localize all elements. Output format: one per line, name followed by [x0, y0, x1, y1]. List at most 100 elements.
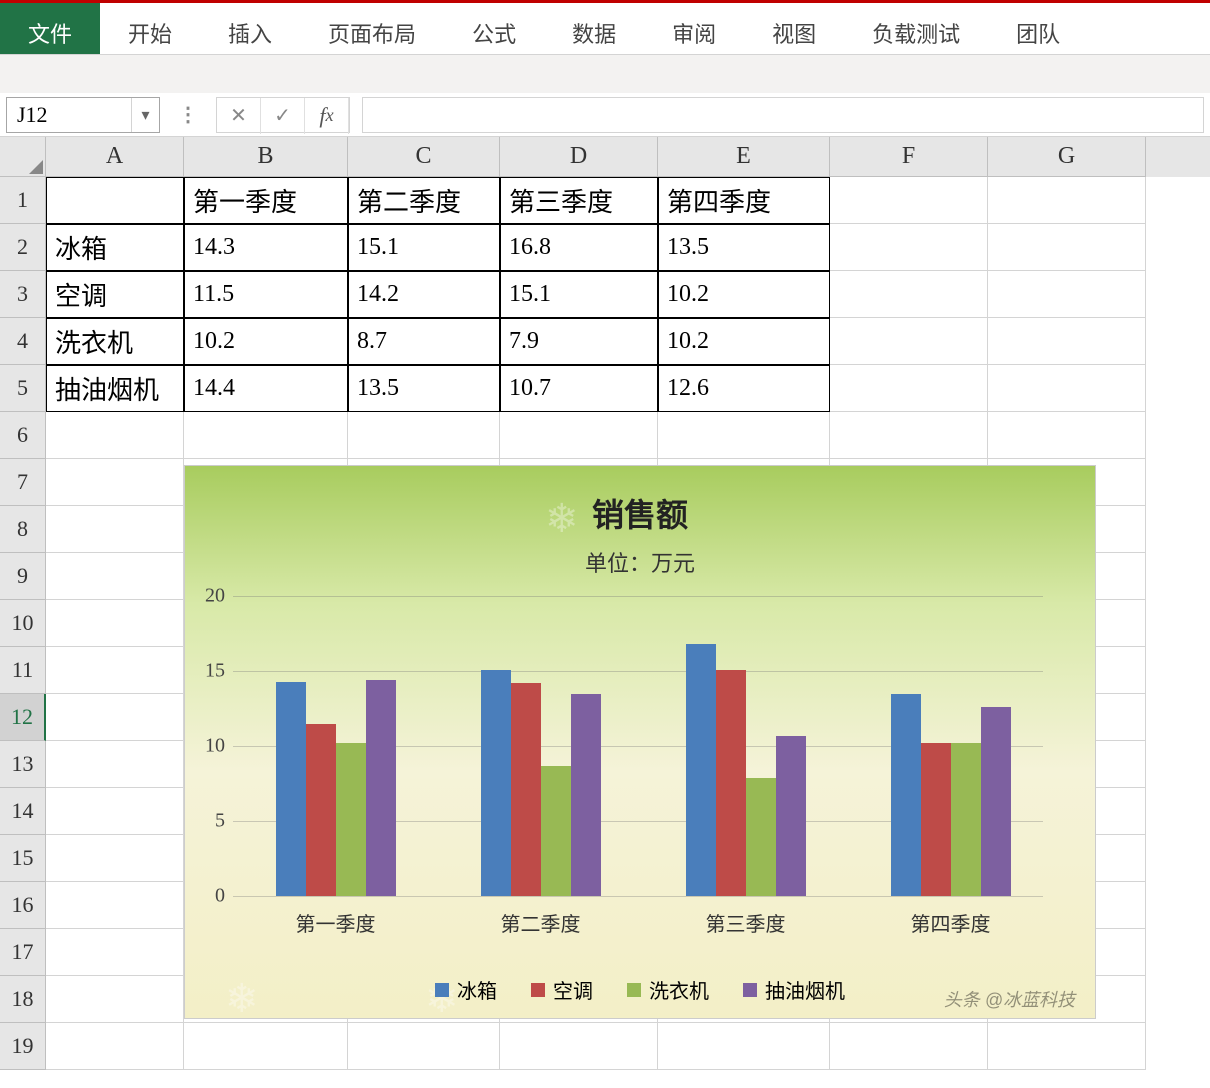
cell[interactable] [46, 741, 184, 788]
cell[interactable] [46, 506, 184, 553]
cell[interactable] [830, 365, 988, 412]
cell[interactable]: 14.2 [348, 271, 500, 318]
row-header[interactable]: 14 [0, 788, 46, 835]
fx-icon[interactable]: fx [305, 98, 349, 134]
cell[interactable] [658, 1023, 830, 1070]
col-header-E[interactable]: E [658, 137, 830, 177]
row-header[interactable]: 18 [0, 976, 46, 1023]
col-header-G[interactable]: G [988, 137, 1146, 177]
cell[interactable]: 16.8 [500, 224, 658, 271]
cell[interactable] [46, 694, 184, 741]
name-box[interactable]: J12 ▾ [6, 97, 160, 133]
more-options-icon[interactable]: ⋮ [168, 102, 208, 127]
cell[interactable]: 11.5 [184, 271, 348, 318]
row-header[interactable]: 17 [0, 929, 46, 976]
cell[interactable] [830, 318, 988, 365]
row-header[interactable]: 19 [0, 1023, 46, 1070]
tab-home[interactable]: 开始 [100, 3, 200, 54]
cell[interactable] [988, 412, 1146, 459]
cell[interactable]: 13.5 [658, 224, 830, 271]
cell[interactable] [988, 177, 1146, 224]
cell[interactable] [830, 177, 988, 224]
cell[interactable] [46, 929, 184, 976]
cell[interactable]: 15.1 [348, 224, 500, 271]
col-header-D[interactable]: D [500, 137, 658, 177]
cell[interactable] [988, 318, 1146, 365]
cell[interactable] [830, 271, 988, 318]
cell[interactable]: 第二季度 [348, 177, 500, 224]
enter-icon[interactable]: ✓ [261, 98, 305, 134]
cell[interactable]: 15.1 [500, 271, 658, 318]
cell[interactable]: 14.3 [184, 224, 348, 271]
cell[interactable] [988, 271, 1146, 318]
cancel-icon[interactable]: ✕ [217, 98, 261, 134]
formula-input[interactable] [362, 97, 1204, 133]
chevron-down-icon[interactable]: ▾ [131, 98, 159, 132]
row-header[interactable]: 8 [0, 506, 46, 553]
cell[interactable] [46, 412, 184, 459]
tab-formulas[interactable]: 公式 [444, 3, 544, 54]
cell[interactable]: 洗衣机 [46, 318, 184, 365]
cell[interactable]: 10.2 [658, 271, 830, 318]
row-header[interactable]: 13 [0, 741, 46, 788]
row-header[interactable]: 15 [0, 835, 46, 882]
select-all-corner[interactable] [0, 137, 46, 177]
col-header-F[interactable]: F [830, 137, 988, 177]
cell[interactable] [46, 1023, 184, 1070]
cell[interactable] [46, 976, 184, 1023]
row-header[interactable]: 16 [0, 882, 46, 929]
tab-review[interactable]: 审阅 [644, 3, 744, 54]
tab-data[interactable]: 数据 [544, 3, 644, 54]
cell[interactable] [46, 600, 184, 647]
cell[interactable]: 第四季度 [658, 177, 830, 224]
cell[interactable] [830, 1023, 988, 1070]
row-header[interactable]: 12 [0, 694, 46, 741]
cell[interactable] [348, 412, 500, 459]
row-header[interactable]: 3 [0, 271, 46, 318]
cell[interactable] [658, 412, 830, 459]
cell[interactable] [184, 412, 348, 459]
row-header[interactable]: 7 [0, 459, 46, 506]
col-header-A[interactable]: A [46, 137, 184, 177]
cell[interactable] [988, 224, 1146, 271]
row-header[interactable]: 9 [0, 553, 46, 600]
cell[interactable] [46, 177, 184, 224]
tab-page-layout[interactable]: 页面布局 [300, 3, 444, 54]
row-header[interactable]: 6 [0, 412, 46, 459]
col-header-C[interactable]: C [348, 137, 500, 177]
cell[interactable]: 14.4 [184, 365, 348, 412]
cell[interactable] [46, 882, 184, 929]
cell[interactable] [46, 835, 184, 882]
cell[interactable] [988, 365, 1146, 412]
cell[interactable]: 7.9 [500, 318, 658, 365]
tab-team[interactable]: 团队 [988, 3, 1088, 54]
row-header[interactable]: 1 [0, 177, 46, 224]
cell[interactable] [184, 1023, 348, 1070]
cell[interactable]: 10.2 [184, 318, 348, 365]
cell[interactable]: 第三季度 [500, 177, 658, 224]
row-header[interactable]: 10 [0, 600, 46, 647]
cell[interactable] [46, 459, 184, 506]
col-header-B[interactable]: B [184, 137, 348, 177]
cell[interactable] [46, 553, 184, 600]
cell[interactable]: 抽油烟机 [46, 365, 184, 412]
row-header[interactable]: 2 [0, 224, 46, 271]
tab-load-test[interactable]: 负载测试 [844, 3, 988, 54]
cell[interactable] [348, 1023, 500, 1070]
cell[interactable]: 第一季度 [184, 177, 348, 224]
row-header[interactable]: 11 [0, 647, 46, 694]
row-header[interactable]: 5 [0, 365, 46, 412]
cell[interactable] [46, 788, 184, 835]
cell[interactable]: 冰箱 [46, 224, 184, 271]
cell[interactable] [988, 1023, 1146, 1070]
cell[interactable]: 空调 [46, 271, 184, 318]
cell[interactable]: 10.7 [500, 365, 658, 412]
cell[interactable] [500, 1023, 658, 1070]
row-header[interactable]: 4 [0, 318, 46, 365]
tab-view[interactable]: 视图 [744, 3, 844, 54]
cell[interactable] [830, 224, 988, 271]
cell[interactable] [830, 412, 988, 459]
chart-object[interactable]: ❄ ❄ ❄ 销售额 单位：万元 冰箱空调洗衣机抽油烟机 头条 @冰蓝科技 051… [184, 465, 1096, 1019]
tab-file[interactable]: 文件 [0, 3, 100, 54]
cell[interactable]: 10.2 [658, 318, 830, 365]
